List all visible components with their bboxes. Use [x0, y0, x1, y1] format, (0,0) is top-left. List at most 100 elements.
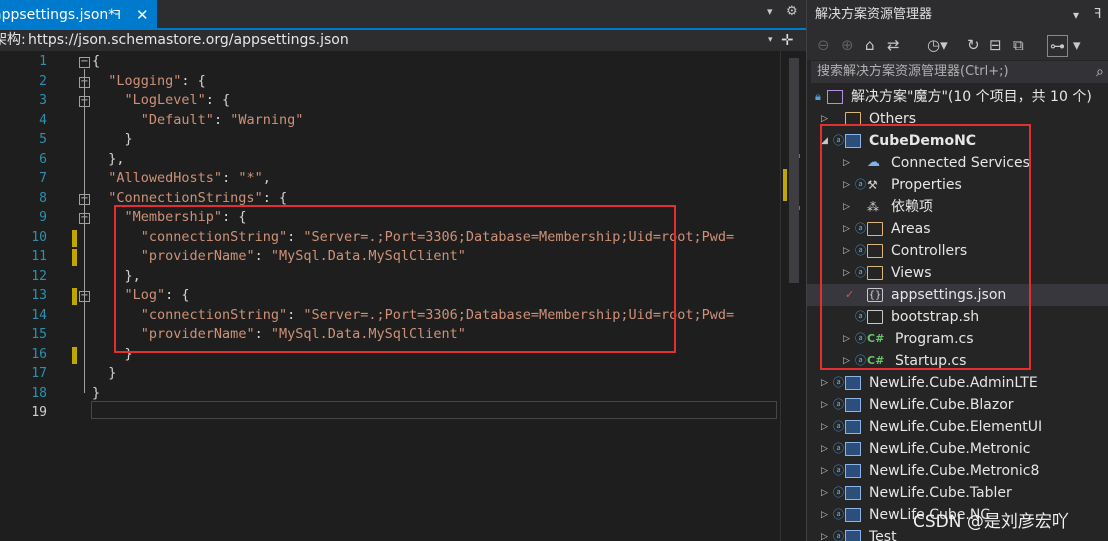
switch-views-icon[interactable]: ⇄ — [887, 35, 900, 55]
tree-item[interactable]: ▷ ⓐ NewLife.Cube.Metronic — [807, 438, 1108, 460]
fold-guide — [84, 225, 85, 276]
code-line[interactable]: "Logging": { — [92, 73, 206, 89]
change-indicator — [72, 288, 77, 305]
pending-changes-filter-icon[interactable]: ◷▾ — [927, 35, 948, 55]
expand-arrow-icon[interactable]: ▷ — [821, 460, 828, 482]
solution-explorer-title-bar: 解决方案资源管理器 ▾ ꟻ — [807, 0, 1108, 30]
expand-arrow-icon[interactable]: ▷ — [821, 372, 828, 394]
lock-icon: ⓐ — [833, 420, 844, 433]
lock-icon: ⓐ — [833, 486, 844, 499]
show-all-files-icon[interactable]: ⧉ — [1013, 35, 1024, 55]
lock-icon: ⓐ — [833, 376, 844, 389]
change-indicator — [72, 249, 77, 266]
web-project-icon — [845, 486, 861, 500]
web-project-icon — [845, 442, 861, 456]
expand-arrow-icon[interactable]: ▷ — [821, 504, 828, 526]
code-line[interactable]: } — [92, 131, 133, 147]
collapse-all-icon[interactable]: ⊟ — [989, 35, 1002, 55]
line-number: 5 — [39, 132, 47, 147]
code-line[interactable]: "Default": "Warning" — [92, 112, 304, 128]
tree-item[interactable]: ▷ ⓐ NewLife.Cube.Metronic8 — [807, 460, 1108, 482]
watermark: CSDN @是刘彦宏吖 — [913, 512, 1069, 532]
tree-item[interactable]: ▷ ⓐ NewLife.Cube.ElementUI — [807, 416, 1108, 438]
tree-item[interactable]: ▷ ⓐ NewLife.Cube.Blazor — [807, 394, 1108, 416]
line-number: 16 — [31, 346, 47, 362]
expand-arrow-icon[interactable]: ▷ — [821, 526, 828, 541]
search-icon[interactable]: ⌕ — [1096, 61, 1104, 83]
schema-url[interactable]: https://json.schemastore.org/appsettings… — [28, 30, 349, 51]
pin-icon[interactable]: ꟻ — [114, 0, 121, 30]
line-number: 17 — [31, 366, 47, 381]
console-project-icon — [845, 530, 861, 541]
code-line[interactable]: "ConnectionStrings": { — [92, 190, 287, 206]
fold-guide — [84, 303, 85, 354]
solution-search-input[interactable]: 搜索解决方案资源管理器(Ctrl+;) ⌕ — [811, 61, 1108, 83]
tree-item-label: NewLife.Cube.Metronic8 — [869, 463, 1040, 479]
tab-appsettings-json[interactable]: appsettings.json* ꟻ ✕ — [0, 0, 157, 30]
gear-icon[interactable]: ⚙ — [786, 4, 798, 19]
code-line[interactable]: "AllowedHosts": "*", — [92, 170, 271, 186]
window-dropdown-icon[interactable]: ▾ — [1073, 0, 1079, 30]
line-number: 15 — [31, 327, 47, 342]
line-number: 19 — [31, 405, 47, 420]
scrollbar-thumb[interactable] — [789, 58, 799, 283]
solution-label: 解决方案"魔方"(10 个项目，共 10 个) — [851, 89, 1092, 105]
fold-guide — [84, 108, 85, 139]
web-project-icon — [845, 508, 861, 522]
code-editor[interactable]: appsettings.json* ꟻ ✕ ▾ ⚙ 架构: https://js… — [0, 0, 806, 541]
web-project-icon — [845, 420, 861, 434]
line-number: 18 — [31, 385, 47, 401]
code-line[interactable]: }, — [92, 151, 124, 167]
forward-icon[interactable]: ⊕ — [841, 35, 854, 55]
code-line[interactable]: } — [92, 365, 116, 381]
change-indicator — [72, 346, 77, 364]
schema-label: 架构: — [0, 32, 26, 48]
expand-arrow-icon[interactable]: ▷ — [821, 394, 828, 416]
line-number: 12 — [31, 268, 47, 284]
fold-toggle-icon[interactable]: − — [79, 57, 90, 68]
tab-list-dropdown-icon[interactable]: ▾ — [767, 5, 773, 18]
tree-item[interactable]: ▷ ⓐ NewLife.Cube.AdminLTE — [807, 372, 1108, 394]
tree-item-label: NewLife.Cube.Blazor — [869, 397, 1014, 413]
line-number: 4 — [39, 112, 47, 128]
tree-item-label: NewLife.Cube.Tabler — [869, 485, 1012, 501]
expand-arrow-icon[interactable]: ▷ — [821, 416, 828, 438]
tree-item-label: NewLife.Cube.AdminLTE — [869, 375, 1038, 391]
solution-explorer-title: 解决方案资源管理器 — [815, 7, 933, 22]
change-marker — [783, 169, 787, 201]
line-number: 7 — [39, 171, 47, 186]
line-number: 14 — [31, 307, 47, 323]
code-line[interactable]: } — [92, 385, 100, 401]
highlight-box-cubedemonc — [820, 124, 1031, 370]
code-line[interactable]: { — [92, 53, 100, 69]
lock-icon: 🔒︎ — [815, 90, 821, 103]
web-project-icon — [845, 398, 861, 412]
solution-node[interactable]: 🔒︎ 解决方案"魔方"(10 个项目，共 10 个) — [807, 86, 1108, 108]
solution-explorer-toolbar: ⊖ ⊕ ⌂ ⇄ ◷▾ ↻ ⊟ ⧉ ⊶ ▾ — [807, 30, 1108, 60]
pin-icon[interactable]: ꟻ — [1094, 0, 1101, 30]
code-line[interactable]: "LogLevel": { — [92, 92, 231, 108]
schema-dropdown-icon[interactable]: ▾ — [768, 30, 773, 51]
close-icon[interactable]: ✕ — [136, 0, 149, 30]
highlight-box-connection-strings — [114, 205, 676, 353]
web-project-icon — [845, 464, 861, 478]
home-icon[interactable]: ⌂ — [865, 35, 875, 55]
line-number: 8 — [39, 190, 47, 206]
line-number: 9 — [39, 210, 47, 225]
lock-icon: ⓐ — [833, 464, 844, 477]
expand-arrow-icon[interactable]: ▷ — [821, 482, 828, 504]
expand-arrow-icon[interactable]: ▷ — [821, 438, 828, 460]
line-number: 13 — [31, 288, 47, 303]
preview-dropdown-icon[interactable]: ▾ — [1073, 35, 1081, 55]
sync-icon[interactable]: ↻ — [967, 35, 980, 55]
current-line-highlight — [91, 401, 777, 419]
properties-icon[interactable]: ⊶ — [1047, 35, 1068, 57]
schema-bar: 架构: https://json.schemastore.org/appsett… — [0, 30, 806, 51]
line-number: 1 — [39, 54, 47, 69]
search-placeholder: 搜索解决方案资源管理器(Ctrl+;) — [817, 64, 1009, 79]
line-number: 3 — [39, 93, 47, 108]
lock-icon: ⓐ — [833, 398, 844, 411]
split-editor-icon[interactable]: ✛ — [781, 30, 794, 51]
tree-item[interactable]: ▷ ⓐ NewLife.Cube.Tabler — [807, 482, 1108, 504]
back-icon[interactable]: ⊖ — [817, 35, 830, 55]
